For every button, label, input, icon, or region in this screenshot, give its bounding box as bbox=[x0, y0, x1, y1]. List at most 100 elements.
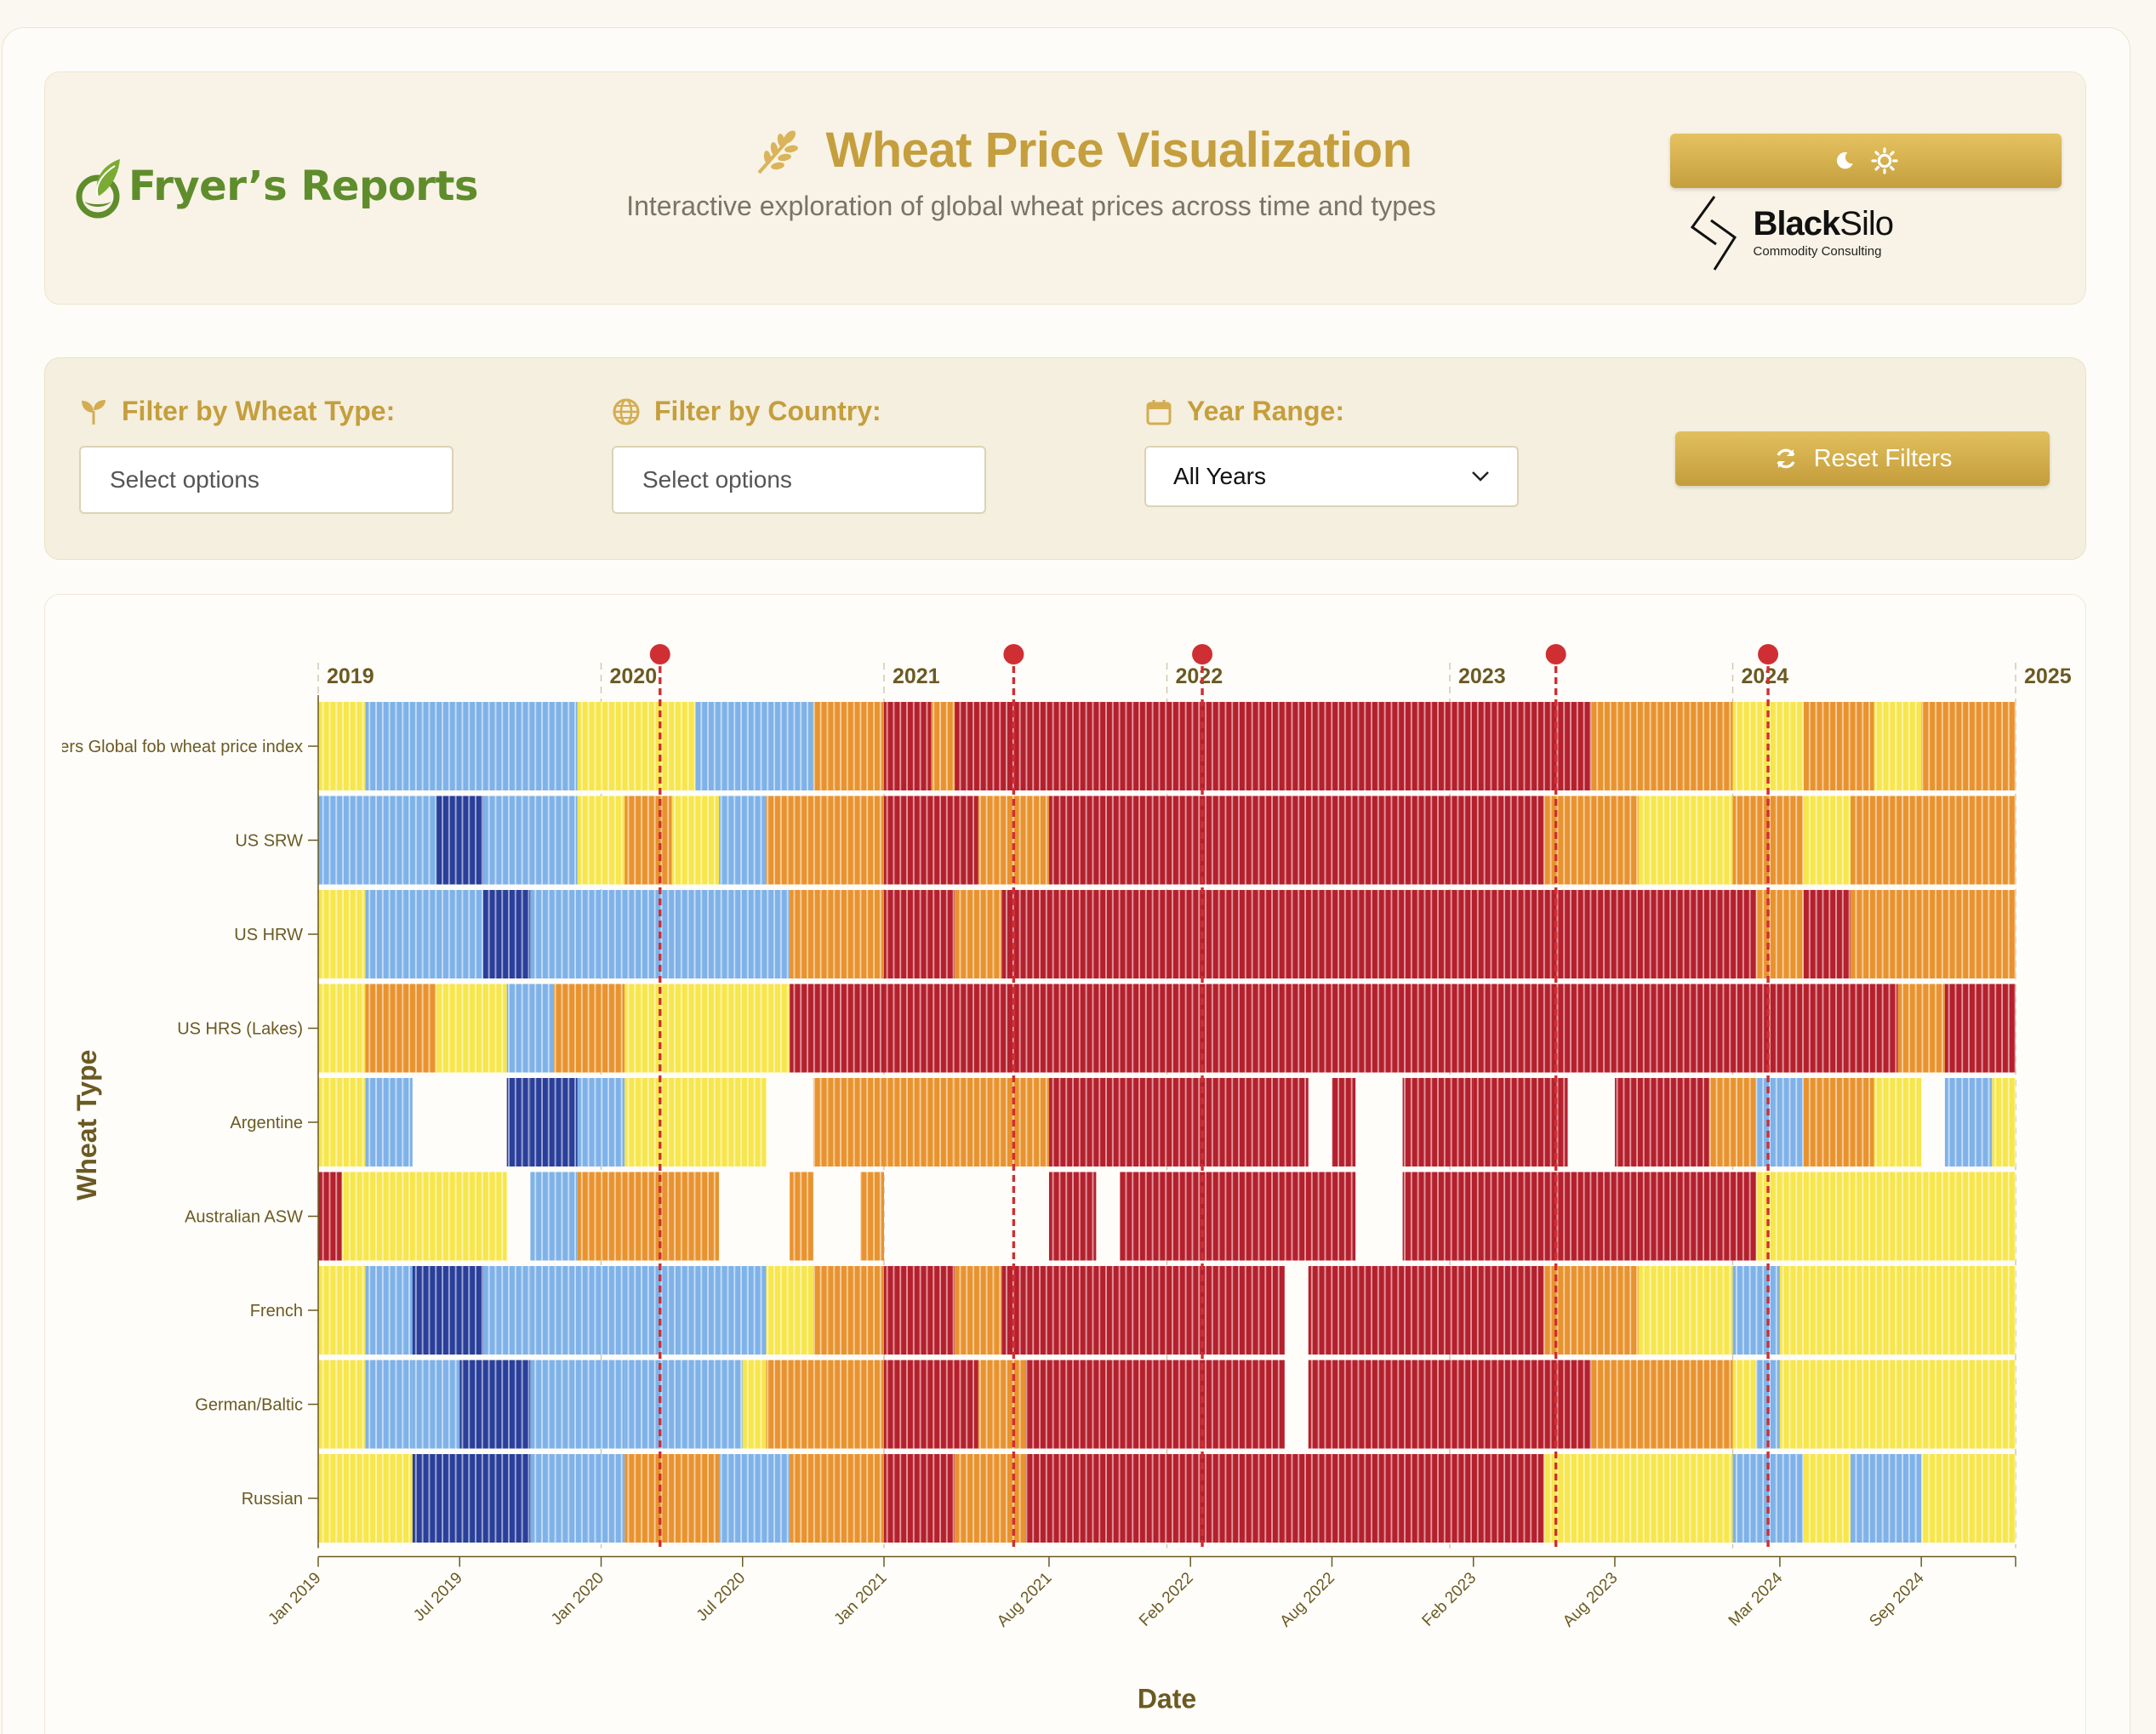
reset-filters-label: Reset Filters bbox=[1813, 444, 1953, 472]
heatmap-cell bbox=[365, 890, 483, 978]
heatmap-cell bbox=[884, 702, 932, 790]
heatmap-cell bbox=[436, 796, 483, 885]
x-tick-label: Jan 2020 bbox=[548, 1569, 607, 1628]
heatmap-cell bbox=[459, 1360, 531, 1449]
heatmap-cell bbox=[766, 1360, 884, 1449]
heatmap-cell bbox=[1001, 1266, 1286, 1355]
heatmap-cell bbox=[577, 702, 696, 790]
heatmap-cell bbox=[318, 1266, 366, 1355]
year-range-value: All Years bbox=[1173, 463, 1266, 489]
heatmap-cell bbox=[813, 1266, 884, 1355]
label-clip bbox=[45, 702, 62, 1549]
heatmap-cell bbox=[884, 1454, 955, 1543]
heatmap-cell bbox=[1708, 1078, 1757, 1166]
heatmap-row bbox=[318, 890, 2016, 978]
heatmap-cell bbox=[1851, 890, 2016, 978]
heatmap-cell bbox=[1332, 1078, 1356, 1166]
heatmap-cell bbox=[1591, 1360, 1733, 1449]
filter-country-label: Filter by Country: bbox=[612, 396, 986, 427]
heatmap-row bbox=[318, 984, 2016, 1073]
heatmap-cell bbox=[671, 796, 720, 885]
country-multiselect[interactable]: Select options bbox=[612, 446, 986, 514]
heatmap-cell bbox=[1944, 1078, 1993, 1166]
heatmap-cell bbox=[955, 890, 1002, 978]
heatmap-cell bbox=[482, 796, 578, 885]
heatmap-cell bbox=[1944, 984, 2016, 1073]
heatmap-cell bbox=[813, 1078, 955, 1166]
year-label: 2021 bbox=[893, 665, 940, 688]
heatmap-cell bbox=[1638, 796, 1733, 885]
heatmap-cell bbox=[742, 1360, 767, 1449]
x-tick-label: Sep 2024 bbox=[1866, 1569, 1928, 1631]
heatmap-cell bbox=[1543, 796, 1639, 885]
heatmap-cell bbox=[625, 1078, 648, 1166]
year-label: 2023 bbox=[1458, 665, 1506, 688]
y-tick-label: Fryers Global fob wheat price index bbox=[45, 738, 303, 756]
event-marker bbox=[1003, 644, 1024, 665]
heatmap-cell bbox=[577, 796, 625, 885]
y-tick-label: US HRS (Lakes) bbox=[177, 1020, 303, 1039]
theme-toggle-button[interactable] bbox=[1670, 134, 2062, 188]
heatmap-cell bbox=[1473, 1078, 1568, 1166]
heatmap-cell bbox=[530, 1454, 625, 1543]
event-marker bbox=[1758, 644, 1779, 665]
y-tick-label: Australian ASW bbox=[185, 1208, 303, 1227]
heatmap-cell bbox=[766, 1266, 813, 1355]
reset-filters-button[interactable]: Reset Filters bbox=[1675, 431, 2050, 486]
heatmap-cell bbox=[955, 1266, 1002, 1355]
y-axis-title: Wheat Type bbox=[71, 1050, 102, 1201]
heatmap-cell bbox=[1921, 1172, 2016, 1261]
year-label: 2025 bbox=[2024, 665, 2072, 688]
heatmap-cell bbox=[530, 890, 696, 978]
heatmap-cell bbox=[341, 1172, 366, 1261]
heatmap-cell bbox=[1803, 1078, 1874, 1166]
blacksilo-mark-icon bbox=[1690, 196, 1737, 271]
heatmap-cell bbox=[365, 796, 436, 885]
heatmap-cell bbox=[1921, 702, 2016, 790]
chevron-down-icon bbox=[1472, 471, 1489, 482]
heatmap-cell bbox=[1072, 1172, 1097, 1261]
x-tick-label: Mar 2024 bbox=[1725, 1569, 1787, 1630]
heatmap-cell bbox=[1025, 1454, 1544, 1543]
heatmap-cell bbox=[719, 796, 767, 885]
filter-wheat-type-label: Filter by Wheat Type: bbox=[79, 396, 453, 427]
heatmap-cell bbox=[506, 1078, 531, 1166]
heatmap-cell bbox=[695, 890, 790, 978]
heatmap-cell bbox=[884, 984, 1851, 1073]
partner-tagline: Commodity Consulting bbox=[1753, 243, 1882, 259]
heatmap-cell bbox=[482, 890, 531, 978]
year-label: 2020 bbox=[610, 665, 658, 688]
heatmap-cell bbox=[790, 890, 884, 978]
heatmap-cell bbox=[860, 1172, 884, 1261]
partner-logo[interactable]: BlackSilo Commodity Consulting bbox=[1685, 191, 1894, 273]
heatmap-cell bbox=[884, 796, 978, 885]
heatmap-cell bbox=[931, 702, 955, 790]
heatmap-cell bbox=[978, 1360, 1026, 1449]
x-tick-label: Jul 2020 bbox=[693, 1569, 750, 1625]
year-range-select[interactable]: All Years bbox=[1144, 446, 1519, 507]
y-tick-label: French bbox=[250, 1302, 303, 1320]
heatmap-cell bbox=[1756, 1078, 1804, 1166]
heatmap-cell bbox=[506, 984, 555, 1073]
heatmap-cell bbox=[647, 1078, 767, 1166]
heatmap-cell bbox=[1897, 984, 1945, 1073]
heatmap-cell bbox=[1779, 1360, 1828, 1449]
event-marker bbox=[1545, 644, 1566, 665]
heatmap-cell bbox=[436, 1172, 507, 1261]
heatmap-cell bbox=[625, 796, 672, 885]
seedling-icon bbox=[82, 399, 106, 425]
heatmap-cell bbox=[318, 984, 366, 1073]
heatmap-cell bbox=[1543, 1266, 1639, 1355]
heatmap-cell bbox=[1001, 890, 1757, 978]
heatmap-cell bbox=[790, 984, 884, 1073]
year-label: 2019 bbox=[327, 665, 374, 688]
refresh-icon bbox=[1777, 448, 1795, 469]
x-tick-label: Jan 2019 bbox=[265, 1569, 324, 1628]
heatmap-cell bbox=[1851, 1172, 1922, 1261]
heatmap-cell bbox=[1803, 796, 1851, 885]
wheat-price-heatmap[interactable]: 2019 2020 2021 2022 2023 2024 2025 Fryers Globa… bbox=[45, 595, 2087, 1734]
wheat-type-multiselect[interactable]: Select options bbox=[79, 446, 453, 514]
heatmap-cell bbox=[530, 1172, 578, 1261]
heatmap-cell bbox=[1048, 1078, 1309, 1166]
heatmap-cell bbox=[1921, 1454, 2016, 1543]
